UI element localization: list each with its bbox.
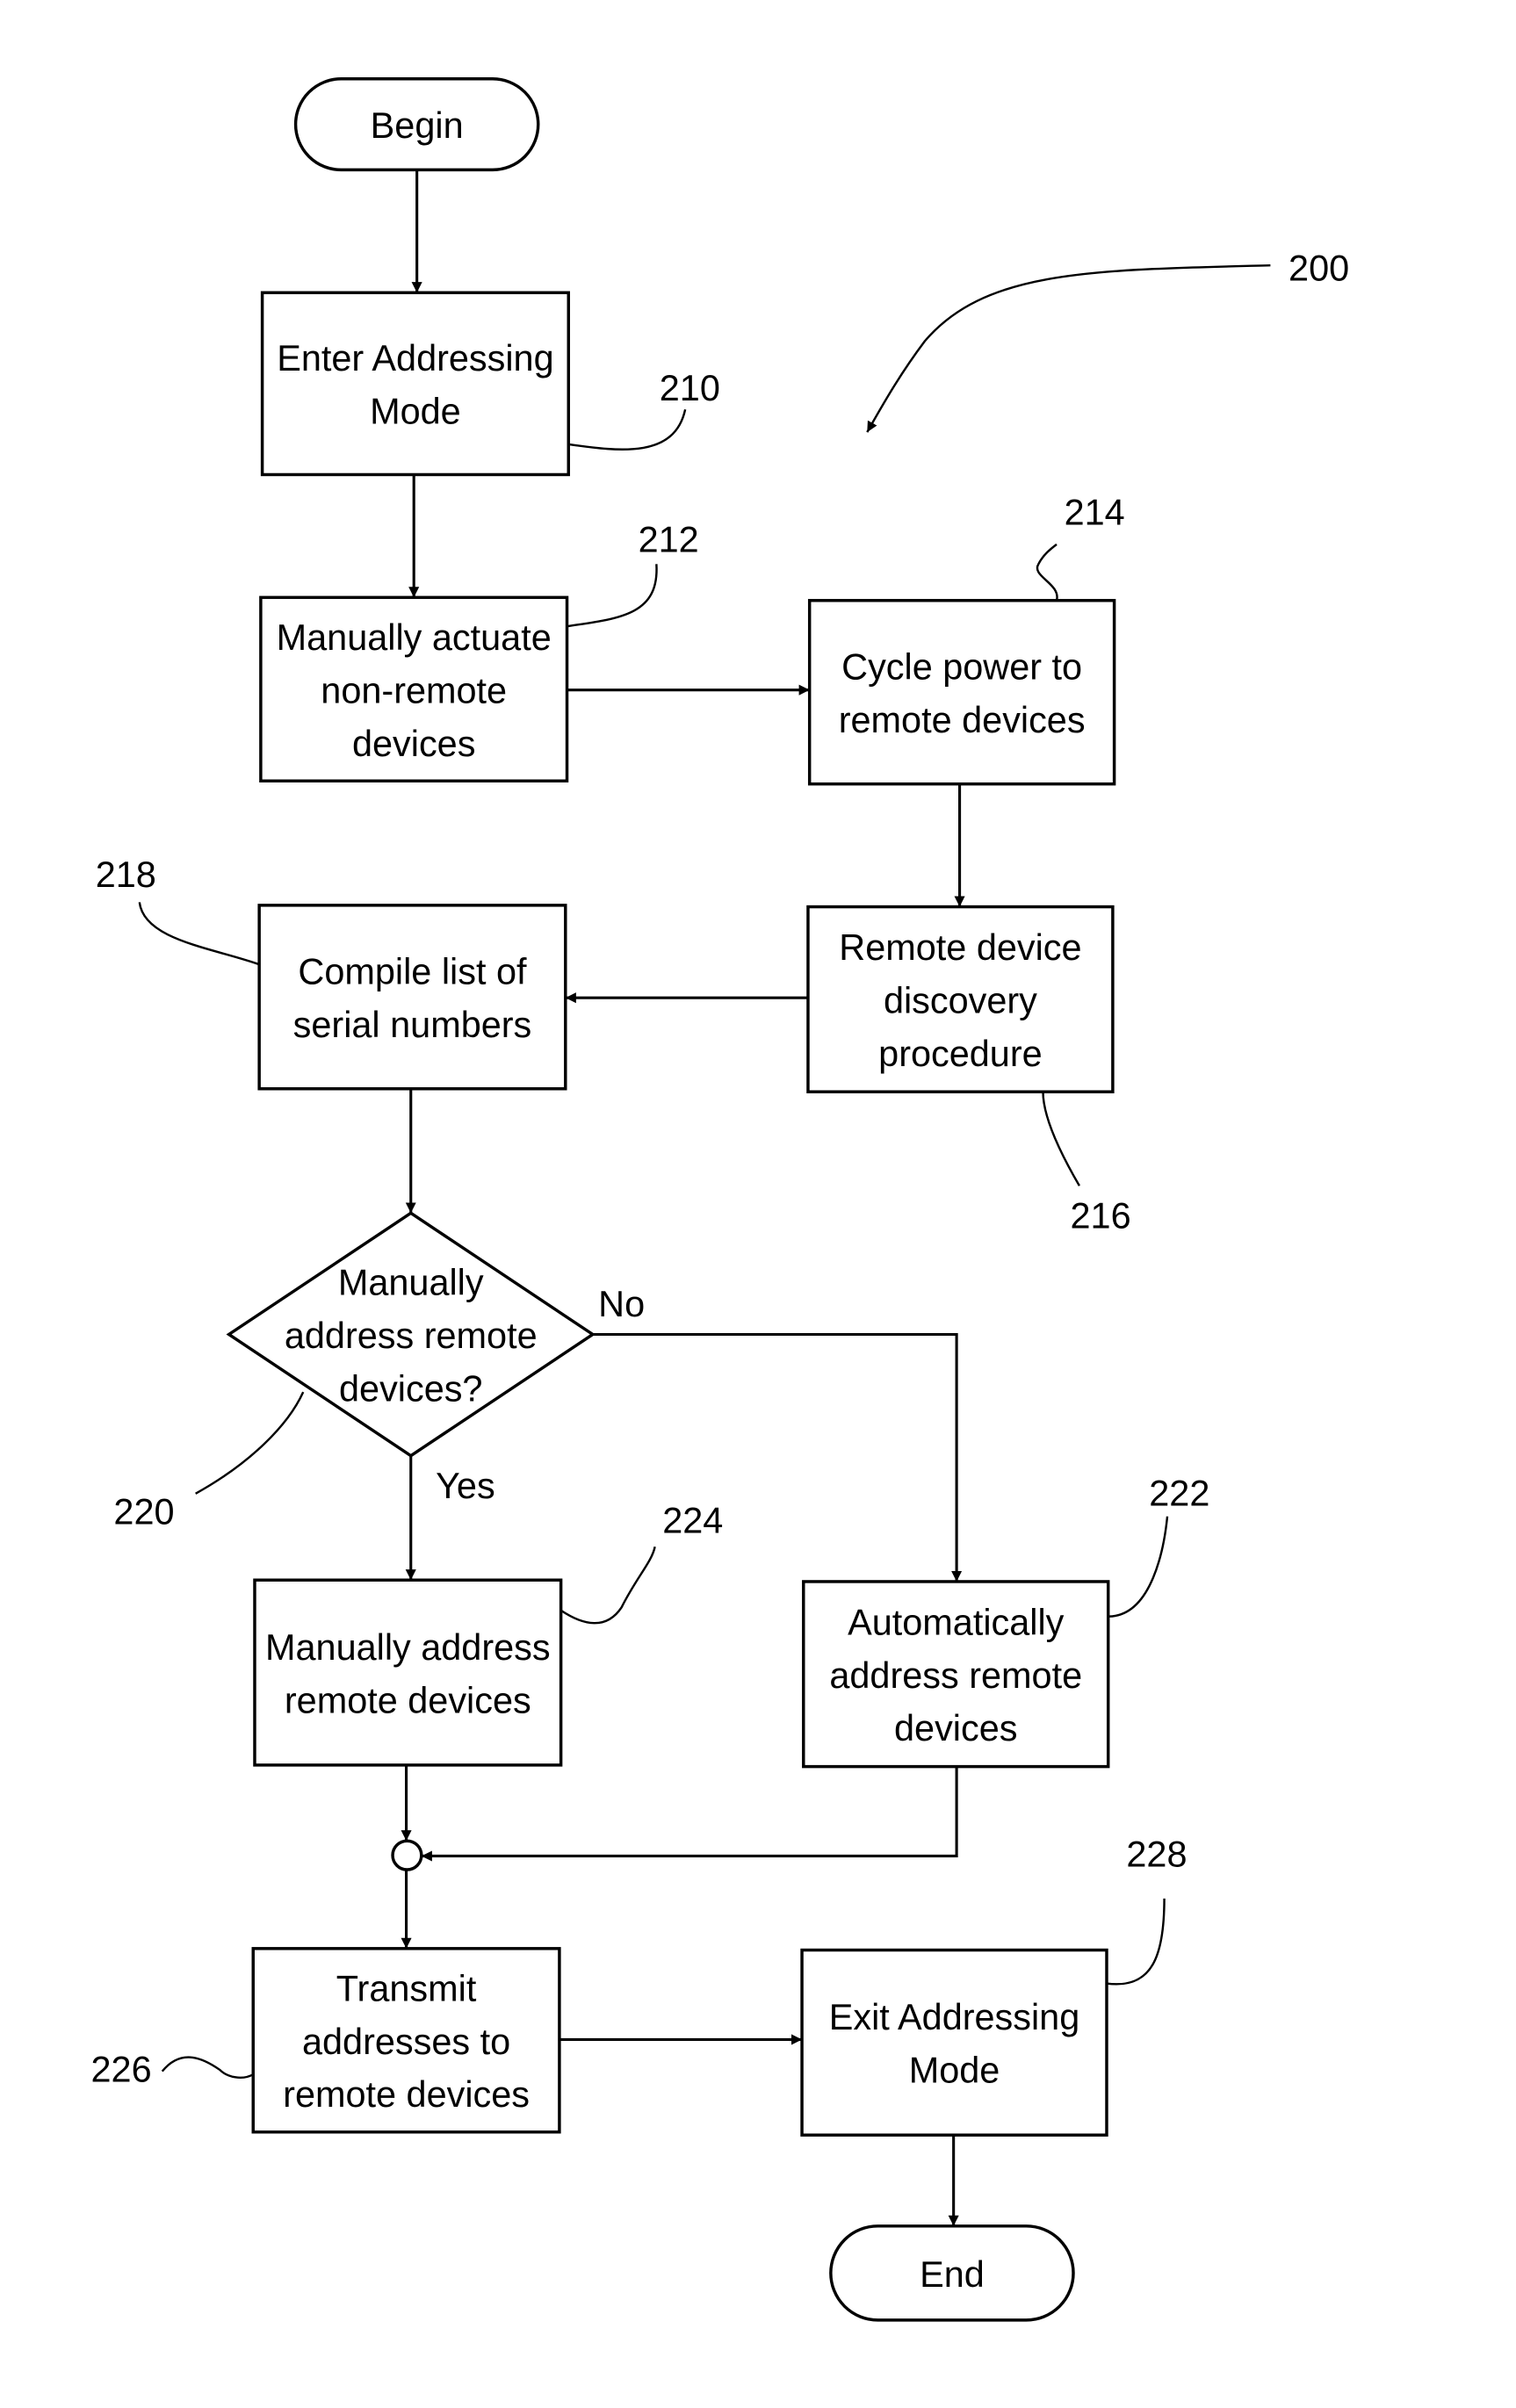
- leader-line-214: [1036, 543, 1058, 602]
- leaders-layer: [138, 263, 1271, 2080]
- leader-line-226: [161, 2056, 254, 2080]
- junction-connector: [391, 1839, 423, 1871]
- node-text-line: addresses to: [302, 2021, 510, 2062]
- node-text-line: Begin: [371, 105, 464, 146]
- edge-220-to-224: Yes: [405, 1455, 495, 1581]
- node-text-line: procedure: [878, 1033, 1042, 1074]
- node-text-line: Mode: [370, 391, 461, 432]
- reference-numeral-226: 226: [91, 2049, 152, 2090]
- node-222: Automatically address remote devices: [802, 1580, 1110, 1769]
- node-text-line: remote devices: [283, 2073, 530, 2115]
- node-228: Exit Addressing Mode: [800, 1948, 1108, 2137]
- node-text-line: Manually actuate: [277, 616, 552, 658]
- node-join: [391, 1839, 423, 1871]
- node-text-line: remote devices: [839, 699, 1086, 740]
- node-text-line: discovery: [884, 979, 1037, 1020]
- leader-line-224: [559, 1546, 656, 1625]
- node-text-line: Remote device: [839, 926, 1081, 968]
- reference-numeral-210: 210: [660, 367, 720, 408]
- node-text-line: address remote: [829, 1655, 1082, 1696]
- labels-layer: 210 212 214 216 218 220 222 224 226 228 200: [91, 247, 1350, 2089]
- node-text-line: devices?: [339, 1367, 482, 1409]
- leader-line-228: [1106, 1898, 1166, 1986]
- node-text-line: Exit Addressing: [829, 1996, 1079, 2037]
- leader-line-216: [1042, 1092, 1080, 1186]
- arrow-line: [592, 1332, 963, 1582]
- node-text-line: Manually address: [265, 1626, 551, 1668]
- node-text-line: address remote: [285, 1315, 538, 1356]
- node-text-line: Compile list of: [298, 951, 527, 992]
- reference-numeral-222: 222: [1149, 1473, 1209, 1514]
- leader-line-210: [568, 408, 687, 451]
- node-text-line: Automatically: [848, 1601, 1065, 1642]
- arrow-line: [421, 1766, 958, 1862]
- leader-line-222: [1108, 1516, 1169, 1618]
- node-216: Remote device discovery procedure: [806, 905, 1115, 1093]
- node-end: End: [829, 2224, 1075, 2322]
- edge-label-no: No: [598, 1283, 645, 1324]
- edge-222-to-join: [421, 1766, 958, 1862]
- process-box: [800, 1948, 1108, 2137]
- node-218: Compile list of serial numbers: [257, 904, 567, 1091]
- edges-layer: No Yes: [401, 169, 965, 2226]
- figure-reference-numeral: 200: [1289, 247, 1349, 288]
- node-text-line: Enter Addressing: [277, 337, 553, 379]
- node-text-line: Mode: [909, 2050, 1000, 2091]
- reference-numeral-224: 224: [662, 1500, 723, 1541]
- node-text-line: serial numbers: [293, 1004, 532, 1045]
- node-220: Manually address remote devices?: [226, 1211, 596, 1458]
- node-text-line: devices: [894, 1707, 1017, 1748]
- nodes-layer: Begin Enter Addressing Mode Manually actuat…: [226, 77, 1116, 2322]
- reference-numeral-218: 218: [96, 854, 156, 895]
- node-226: Transmit addresses to remote devices: [251, 1947, 561, 2134]
- reference-numeral-212: 212: [639, 519, 699, 560]
- leader-line-218: [138, 902, 260, 966]
- process-box: [257, 904, 567, 1091]
- edge-220-to-222: No: [592, 1283, 963, 1582]
- node-text-line: End: [920, 2253, 985, 2295]
- reference-numeral-220: 220: [113, 1490, 174, 1532]
- node-text-line: non-remote: [321, 669, 507, 710]
- reference-numeral-228: 228: [1126, 1834, 1187, 1875]
- node-210: Enter Addressing Mode: [260, 291, 570, 477]
- node-212: Manually actuate non-remote devices: [259, 595, 569, 782]
- leader-line-220: [195, 1391, 305, 1495]
- node-text-line: devices: [352, 723, 475, 764]
- reference-numeral-214: 214: [1065, 491, 1125, 532]
- leader-line-212: [567, 564, 658, 628]
- node-text-line: Transmit: [336, 1967, 477, 2008]
- process-box: [260, 291, 570, 477]
- process-box: [807, 599, 1116, 786]
- node-text-line: Manually: [338, 1262, 484, 1303]
- figure-reference-arrow: [866, 263, 1271, 433]
- node-224: Manually address remote devices: [253, 1578, 563, 1767]
- flowchart: No Yes Begin Enter Addressing Mode Manually …: [91, 77, 1350, 2322]
- node-begin: Begin: [293, 77, 540, 172]
- edge-label-yes: Yes: [436, 1465, 495, 1506]
- reference-numeral-216: 216: [1071, 1195, 1131, 1236]
- process-box: [253, 1578, 563, 1767]
- node-214: Cycle power to remote devices: [807, 599, 1116, 786]
- node-text-line: Cycle power to: [841, 646, 1082, 688]
- node-text-line: remote devices: [285, 1679, 531, 1720]
